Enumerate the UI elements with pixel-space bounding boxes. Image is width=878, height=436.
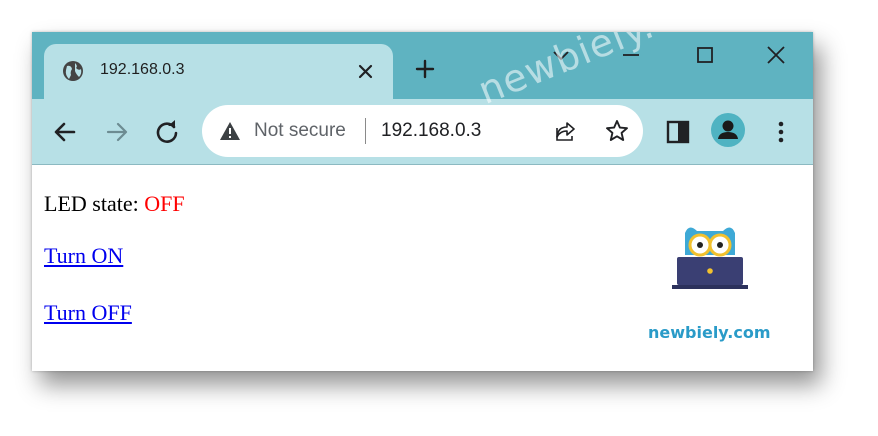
tab-title: 192.168.0.3 xyxy=(100,61,185,78)
close-window-icon[interactable] xyxy=(765,44,787,66)
maximize-icon[interactable] xyxy=(694,44,716,66)
page-content: LED state: OFF Turn ON Turn OFF newbiely… xyxy=(32,165,813,371)
turn-on-link[interactable]: Turn ON xyxy=(44,243,123,269)
menu-dots-icon[interactable] xyxy=(768,119,794,145)
led-label: LED state: xyxy=(44,191,139,216)
forward-arrow-icon[interactable] xyxy=(104,119,130,145)
person-icon xyxy=(718,120,738,139)
minimize-icon[interactable] xyxy=(620,44,642,66)
back-arrow-icon[interactable] xyxy=(52,119,78,145)
reload-icon[interactable] xyxy=(154,119,180,145)
browser-window: 192.168.0.3 Not secure 192.168.0.3 LED s… xyxy=(32,32,813,371)
close-icon[interactable] xyxy=(357,63,374,80)
browser-tab[interactable]: 192.168.0.3 xyxy=(44,44,393,99)
led-status: LED state: OFF xyxy=(44,191,185,217)
globe-icon xyxy=(63,61,83,81)
warning-icon[interactable] xyxy=(219,120,241,142)
logo-text: newbiely.com xyxy=(648,323,771,342)
address-bar[interactable]: Not secure 192.168.0.3 xyxy=(202,105,643,157)
star-icon[interactable] xyxy=(605,119,629,143)
led-value: OFF xyxy=(144,191,185,216)
browser-toolbar: Not secure 192.168.0.3 xyxy=(32,99,813,165)
title-bar: 192.168.0.3 xyxy=(32,32,813,99)
plus-icon[interactable] xyxy=(415,59,435,79)
chevron-down-icon[interactable] xyxy=(550,44,572,66)
omnibox-divider xyxy=(365,118,366,144)
owl-logo-icon xyxy=(672,227,748,289)
turn-off-link[interactable]: Turn OFF xyxy=(44,300,132,326)
side-panel-icon[interactable] xyxy=(665,119,691,145)
url-text[interactable]: 192.168.0.3 xyxy=(381,120,481,142)
security-label[interactable]: Not secure xyxy=(254,120,354,142)
share-icon[interactable] xyxy=(554,120,576,142)
profile-icon[interactable] xyxy=(711,113,745,147)
